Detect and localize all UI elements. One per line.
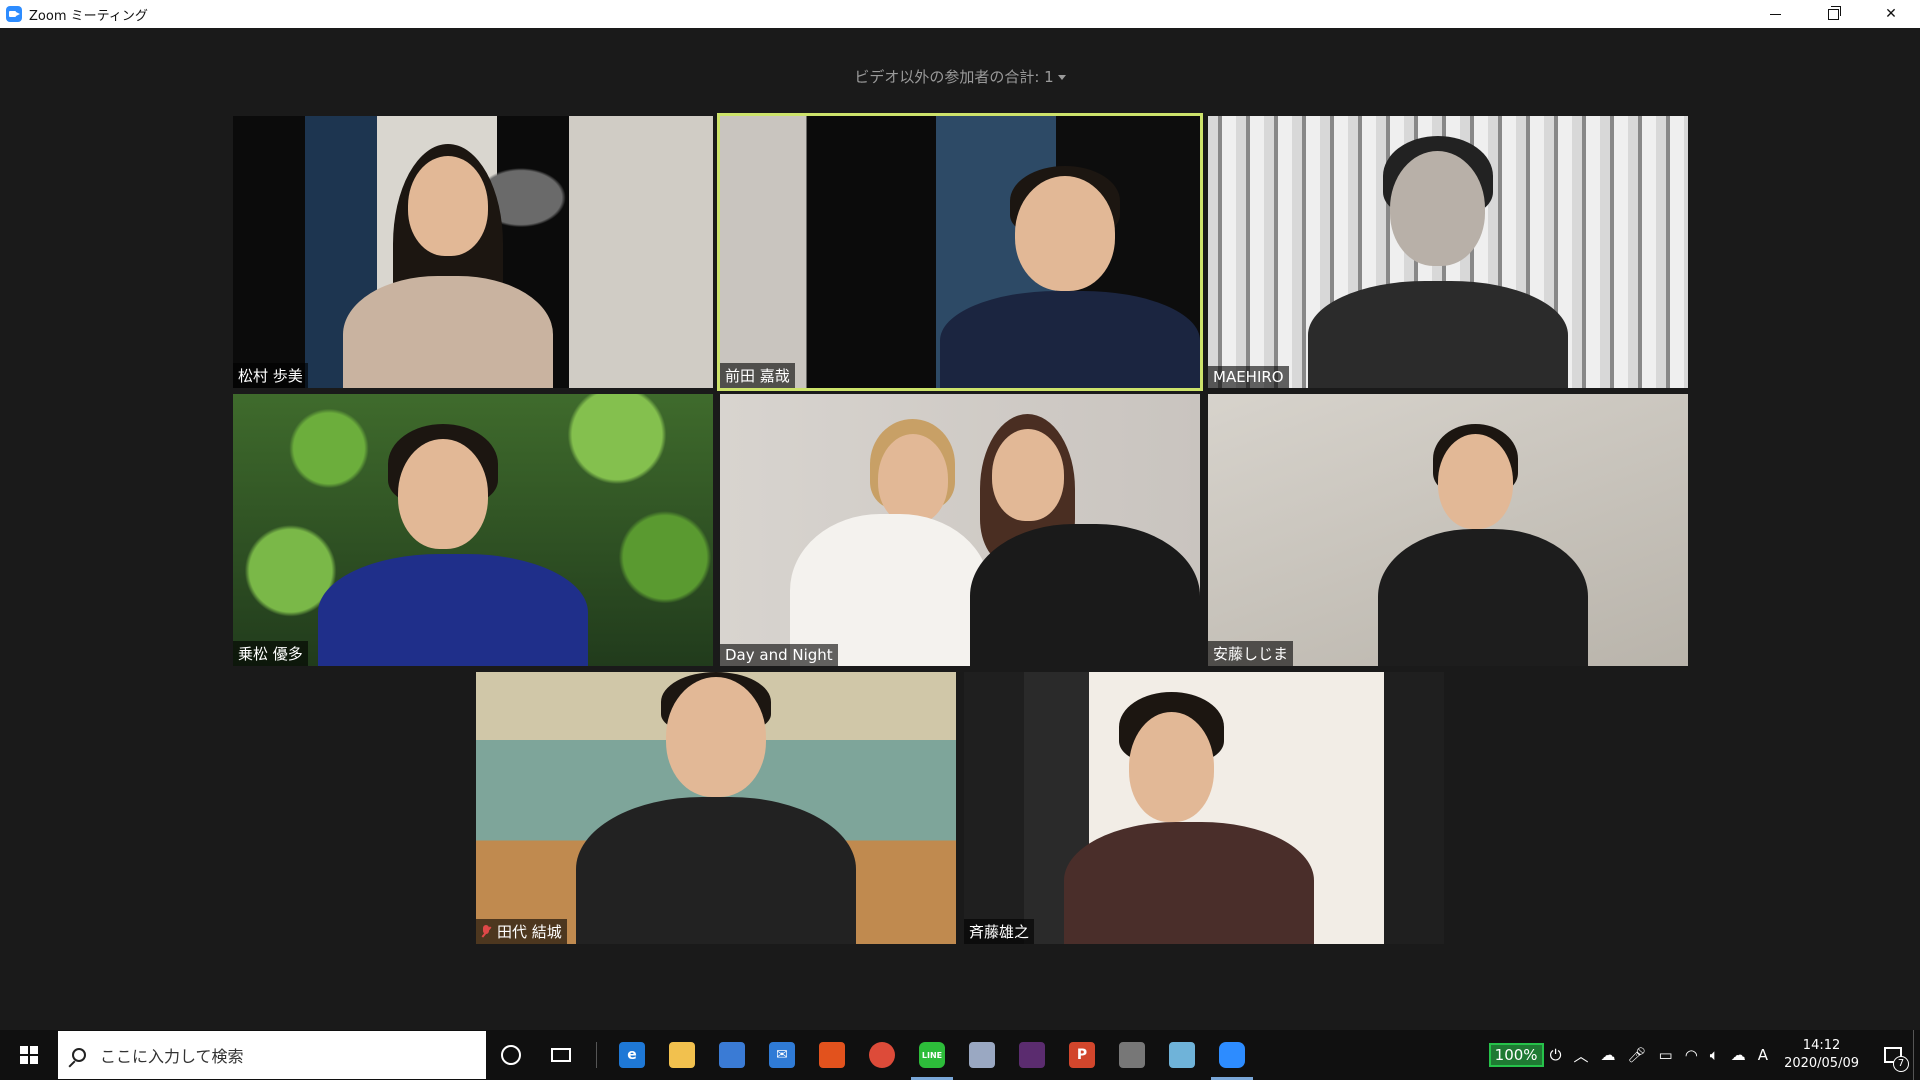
pinned-apps: e ✉ LINE P [607, 1030, 1257, 1080]
mail-icon: ✉ [769, 1042, 795, 1068]
zoom-taskbar-button[interactable] [1207, 1030, 1257, 1080]
battery-percent-badge[interactable]: 100% [1488, 1043, 1544, 1067]
zoom-app-icon [6, 6, 22, 22]
video-tile[interactable]: MAEHIRO [1208, 116, 1688, 388]
clock-date: 2020/05/09 [1784, 1056, 1859, 1071]
task-view-button[interactable] [536, 1030, 586, 1080]
ime-indicator[interactable]: A [1758, 1046, 1768, 1064]
clock-time: 14:12 [1802, 1038, 1841, 1053]
office-icon [819, 1042, 845, 1068]
cloud-icon[interactable]: ☁ [1731, 1046, 1746, 1064]
volume-icon[interactable]: 🔈︎ [1710, 1046, 1719, 1064]
participant-name: 安藤しじま [1208, 641, 1294, 666]
store-icon [719, 1042, 745, 1068]
powerpoint-icon: P [1069, 1042, 1095, 1068]
participant-name: 松村 歩美 [233, 363, 308, 388]
show-desktop-button[interactable] [1913, 1030, 1920, 1080]
restore-button[interactable] [1804, 0, 1862, 28]
participant-name: 田代 結城 [476, 919, 567, 944]
cortana-button[interactable] [486, 1030, 536, 1080]
app-taskbar-button[interactable] [957, 1030, 1007, 1080]
app-icon [969, 1042, 995, 1068]
file-explorer-icon [669, 1042, 695, 1068]
participant-name: 乗松 優多 [233, 641, 308, 666]
clock[interactable]: 14:12 2020/05/09 [1784, 1037, 1859, 1073]
title-bar: Zoom ミーティング ✕ [0, 0, 1920, 28]
task-view-icon [551, 1048, 571, 1062]
notes-taskbar-button[interactable] [1157, 1030, 1207, 1080]
video-tile[interactable]: 田代 結城 [476, 672, 956, 944]
minimize-icon [1769, 13, 1781, 15]
caret-down-icon [1057, 75, 1066, 80]
taskbar: ここに入力して検索 e ✉ LINE P 100% ⏻ ︿ ☁ 🎤︎ ▭ ◠ 🔈︎ ☁… [0, 1030, 1920, 1080]
participant-name: Day and Night [720, 644, 838, 666]
notes-icon [1169, 1042, 1195, 1068]
file-explorer-taskbar-button[interactable] [657, 1030, 707, 1080]
close-button[interactable]: ✕ [1862, 0, 1920, 28]
video-tile[interactable]: 安藤しじま [1208, 394, 1688, 666]
battery-icon[interactable]: ▭ [1659, 1046, 1673, 1064]
close-icon: ✕ [1885, 6, 1897, 22]
office-taskbar-button[interactable] [807, 1030, 857, 1080]
participant-name: 斉藤雄之 [964, 919, 1035, 944]
slack-icon [1019, 1042, 1045, 1068]
start-button[interactable] [0, 1030, 58, 1080]
video-tile[interactable]: 松村 歩美 [233, 116, 713, 388]
power-plug-icon[interactable]: ⏻ [1550, 1046, 1562, 1064]
participant-name: 前田 嘉哉 [720, 363, 795, 388]
non-video-participants-dropdown[interactable]: ビデオ以外の参加者の合計: 1 [0, 66, 1920, 87]
disc-taskbar-button[interactable] [1107, 1030, 1157, 1080]
taskbar-search[interactable]: ここに入力して検索 [58, 1031, 486, 1079]
video-tile-active-speaker[interactable]: 前田 嘉哉 [717, 113, 1203, 391]
window-title: Zoom ミーティング [29, 8, 148, 24]
edge-icon: e [619, 1042, 645, 1068]
zoom-icon [1219, 1042, 1245, 1068]
wifi-icon[interactable]: ◠ [1685, 1046, 1698, 1064]
search-icon [72, 1048, 86, 1062]
chevron-up-icon[interactable]: ︿ [1573, 1045, 1588, 1066]
video-tile[interactable]: Day and Night [720, 394, 1200, 666]
participant-name: MAEHIRO [1208, 366, 1289, 388]
minimize-button[interactable] [1746, 0, 1804, 28]
participant-video [1024, 672, 1384, 944]
participant-name-text: 田代 結城 [497, 923, 562, 941]
chrome-icon [869, 1042, 895, 1068]
slack-taskbar-button[interactable] [1007, 1030, 1057, 1080]
action-center-button[interactable]: 7 [1873, 1030, 1913, 1080]
line-icon: LINE [919, 1042, 945, 1068]
cortana-icon [501, 1045, 521, 1065]
chrome-taskbar-button[interactable] [857, 1030, 907, 1080]
mail-taskbar-button[interactable]: ✉ [757, 1030, 807, 1080]
edge-taskbar-button[interactable]: e [607, 1030, 657, 1080]
line-taskbar-button[interactable]: LINE [907, 1030, 957, 1080]
onedrive-cloud-icon[interactable]: ☁ [1600, 1046, 1615, 1064]
restore-icon [1827, 5, 1841, 20]
windows-logo-icon [20, 1046, 38, 1064]
disc-icon [1119, 1042, 1145, 1068]
notification-count: 7 [1893, 1056, 1909, 1072]
muted-microphone-icon [481, 925, 491, 939]
window-controls: ✕ [1746, 0, 1920, 28]
non-video-count-label: ビデオ以外の参加者の合計: 1 [854, 68, 1054, 86]
search-placeholder: ここに入力して検索 [100, 1047, 244, 1066]
video-tile[interactable]: 乗松 優多 [233, 394, 713, 666]
system-tray: 100% ⏻ ︿ ☁ 🎤︎ ▭ ◠ 🔈︎ ☁ A 14:12 2020/05/0… [1479, 1030, 1920, 1080]
microphone-icon[interactable]: 🎤︎ [1627, 1046, 1646, 1064]
video-tile[interactable]: 斉藤雄之 [964, 672, 1444, 944]
powerpoint-taskbar-button[interactable]: P [1057, 1030, 1107, 1080]
store-taskbar-button[interactable] [707, 1030, 757, 1080]
gallery-view: ビデオ以外の参加者の合計: 1 松村 歩美 前田 嘉哉 MAEHIRO 乗松 優… [0, 28, 1920, 1030]
taskbar-divider [596, 1042, 597, 1068]
